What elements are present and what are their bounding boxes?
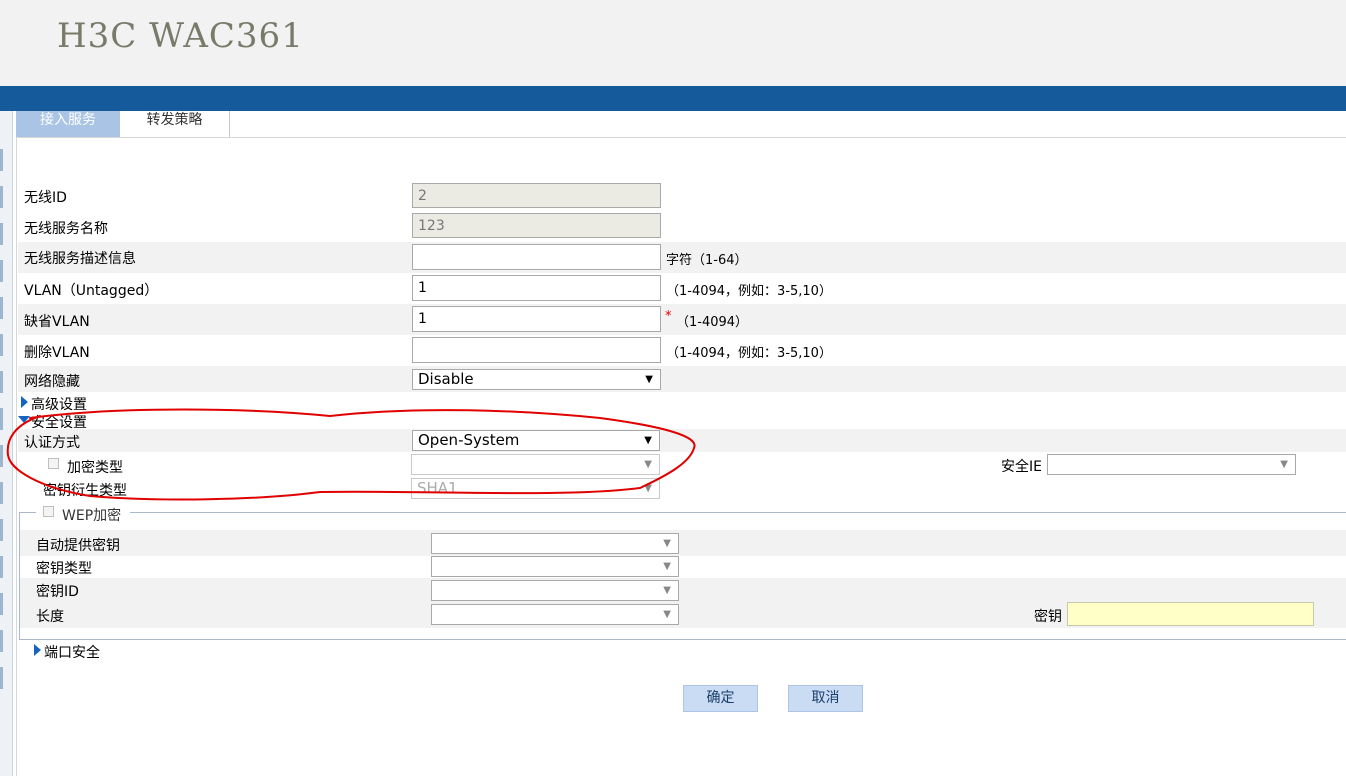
service-desc-input[interactable] [412,244,661,270]
length-label: 长度 [36,609,64,625]
port-security-label: 端口安全 [44,645,100,661]
port-security-toggle[interactable]: 端口安全 [34,642,154,661]
key-label: 密钥 [1034,609,1062,625]
row-bg [20,578,1346,602]
security-ie-select[interactable]: ▼ [1047,454,1296,475]
key-type-select[interactable]: ▼ [431,556,679,577]
network-hide-select[interactable]: Disable ▼ [412,369,661,390]
nav-marker[interactable] [0,334,3,356]
service-name-field: 123 [412,213,661,238]
vlan-untagged-label: VLAN（Untagged） [24,283,159,299]
wireless-id-label: 无线ID [24,190,67,206]
auto-key-label: 自动提供密钥 [36,538,120,554]
nav-marker[interactable] [0,519,3,541]
default-vlan-label: 缺省VLAN [24,314,90,330]
default-vlan-hint: （1-4094） [676,315,749,330]
nav-marker[interactable] [0,223,3,245]
required-marker: * [665,309,672,324]
default-vlan-input[interactable]: 1 [412,306,661,332]
tab-access-service[interactable]: 接入服务 [16,111,120,137]
ok-button[interactable]: 确定 [683,685,758,712]
annotation-circle [6,408,696,501]
dropdown-arrow-icon: ▼ [663,609,671,620]
length-select[interactable]: ▼ [431,604,679,625]
content-divider [16,137,1346,138]
key-type-label: 密钥类型 [36,561,92,577]
nav-marker[interactable] [0,186,3,208]
key-id-select[interactable]: ▼ [431,580,679,601]
wep-label: WEP加密 [62,508,122,524]
nav-marker[interactable] [0,667,3,689]
nav-marker[interactable] [0,149,3,171]
wireless-id-field: 2 [412,183,661,208]
security-ie-label: 安全IE [1001,459,1042,475]
nav-marker[interactable] [0,297,3,319]
dropdown-arrow-icon: ▼ [663,561,671,572]
dropdown-arrow-icon: ▼ [1280,459,1288,470]
auto-key-select[interactable]: ▼ [431,533,679,554]
service-desc-hint: 字符（1-64） [666,253,748,268]
network-hide-label: 网络隐藏 [24,374,80,390]
row-bg [18,366,1346,392]
service-name-label: 无线服务名称 [24,221,108,237]
tab-forwarding-policy[interactable]: 转发策略 [120,111,230,137]
vlan-untagged-hint: （1-4094，例如：3-5,10） [666,284,832,299]
delete-vlan-label: 删除VLAN [24,345,90,361]
delete-vlan-input[interactable] [412,337,661,363]
service-desc-label: 无线服务描述信息 [24,251,136,267]
dropdown-arrow-icon: ▼ [663,585,671,596]
cancel-button[interactable]: 取消 [788,685,863,712]
header-bar [0,86,1346,111]
wep-legend: WEP加密 [36,504,130,524]
network-hide-value: Disable [418,370,474,388]
expand-arrow-icon [34,644,41,656]
brand-title: H3C WAC361 [57,16,304,56]
dropdown-arrow-icon: ▼ [645,374,653,385]
delete-vlan-hint: （1-4094，例如：3-5,10） [666,346,832,361]
nav-marker[interactable] [0,630,3,652]
nav-marker[interactable] [0,556,3,578]
dropdown-arrow-icon: ▼ [663,538,671,549]
nav-marker[interactable] [0,593,3,615]
nav-marker[interactable] [0,371,3,393]
key-id-label: 密钥ID [36,584,79,600]
wep-checkbox[interactable] [43,506,54,517]
row-bg [20,530,1346,556]
vlan-untagged-input[interactable]: 1 [412,275,661,301]
nav-marker[interactable] [0,260,3,282]
key-input[interactable] [1067,602,1314,626]
